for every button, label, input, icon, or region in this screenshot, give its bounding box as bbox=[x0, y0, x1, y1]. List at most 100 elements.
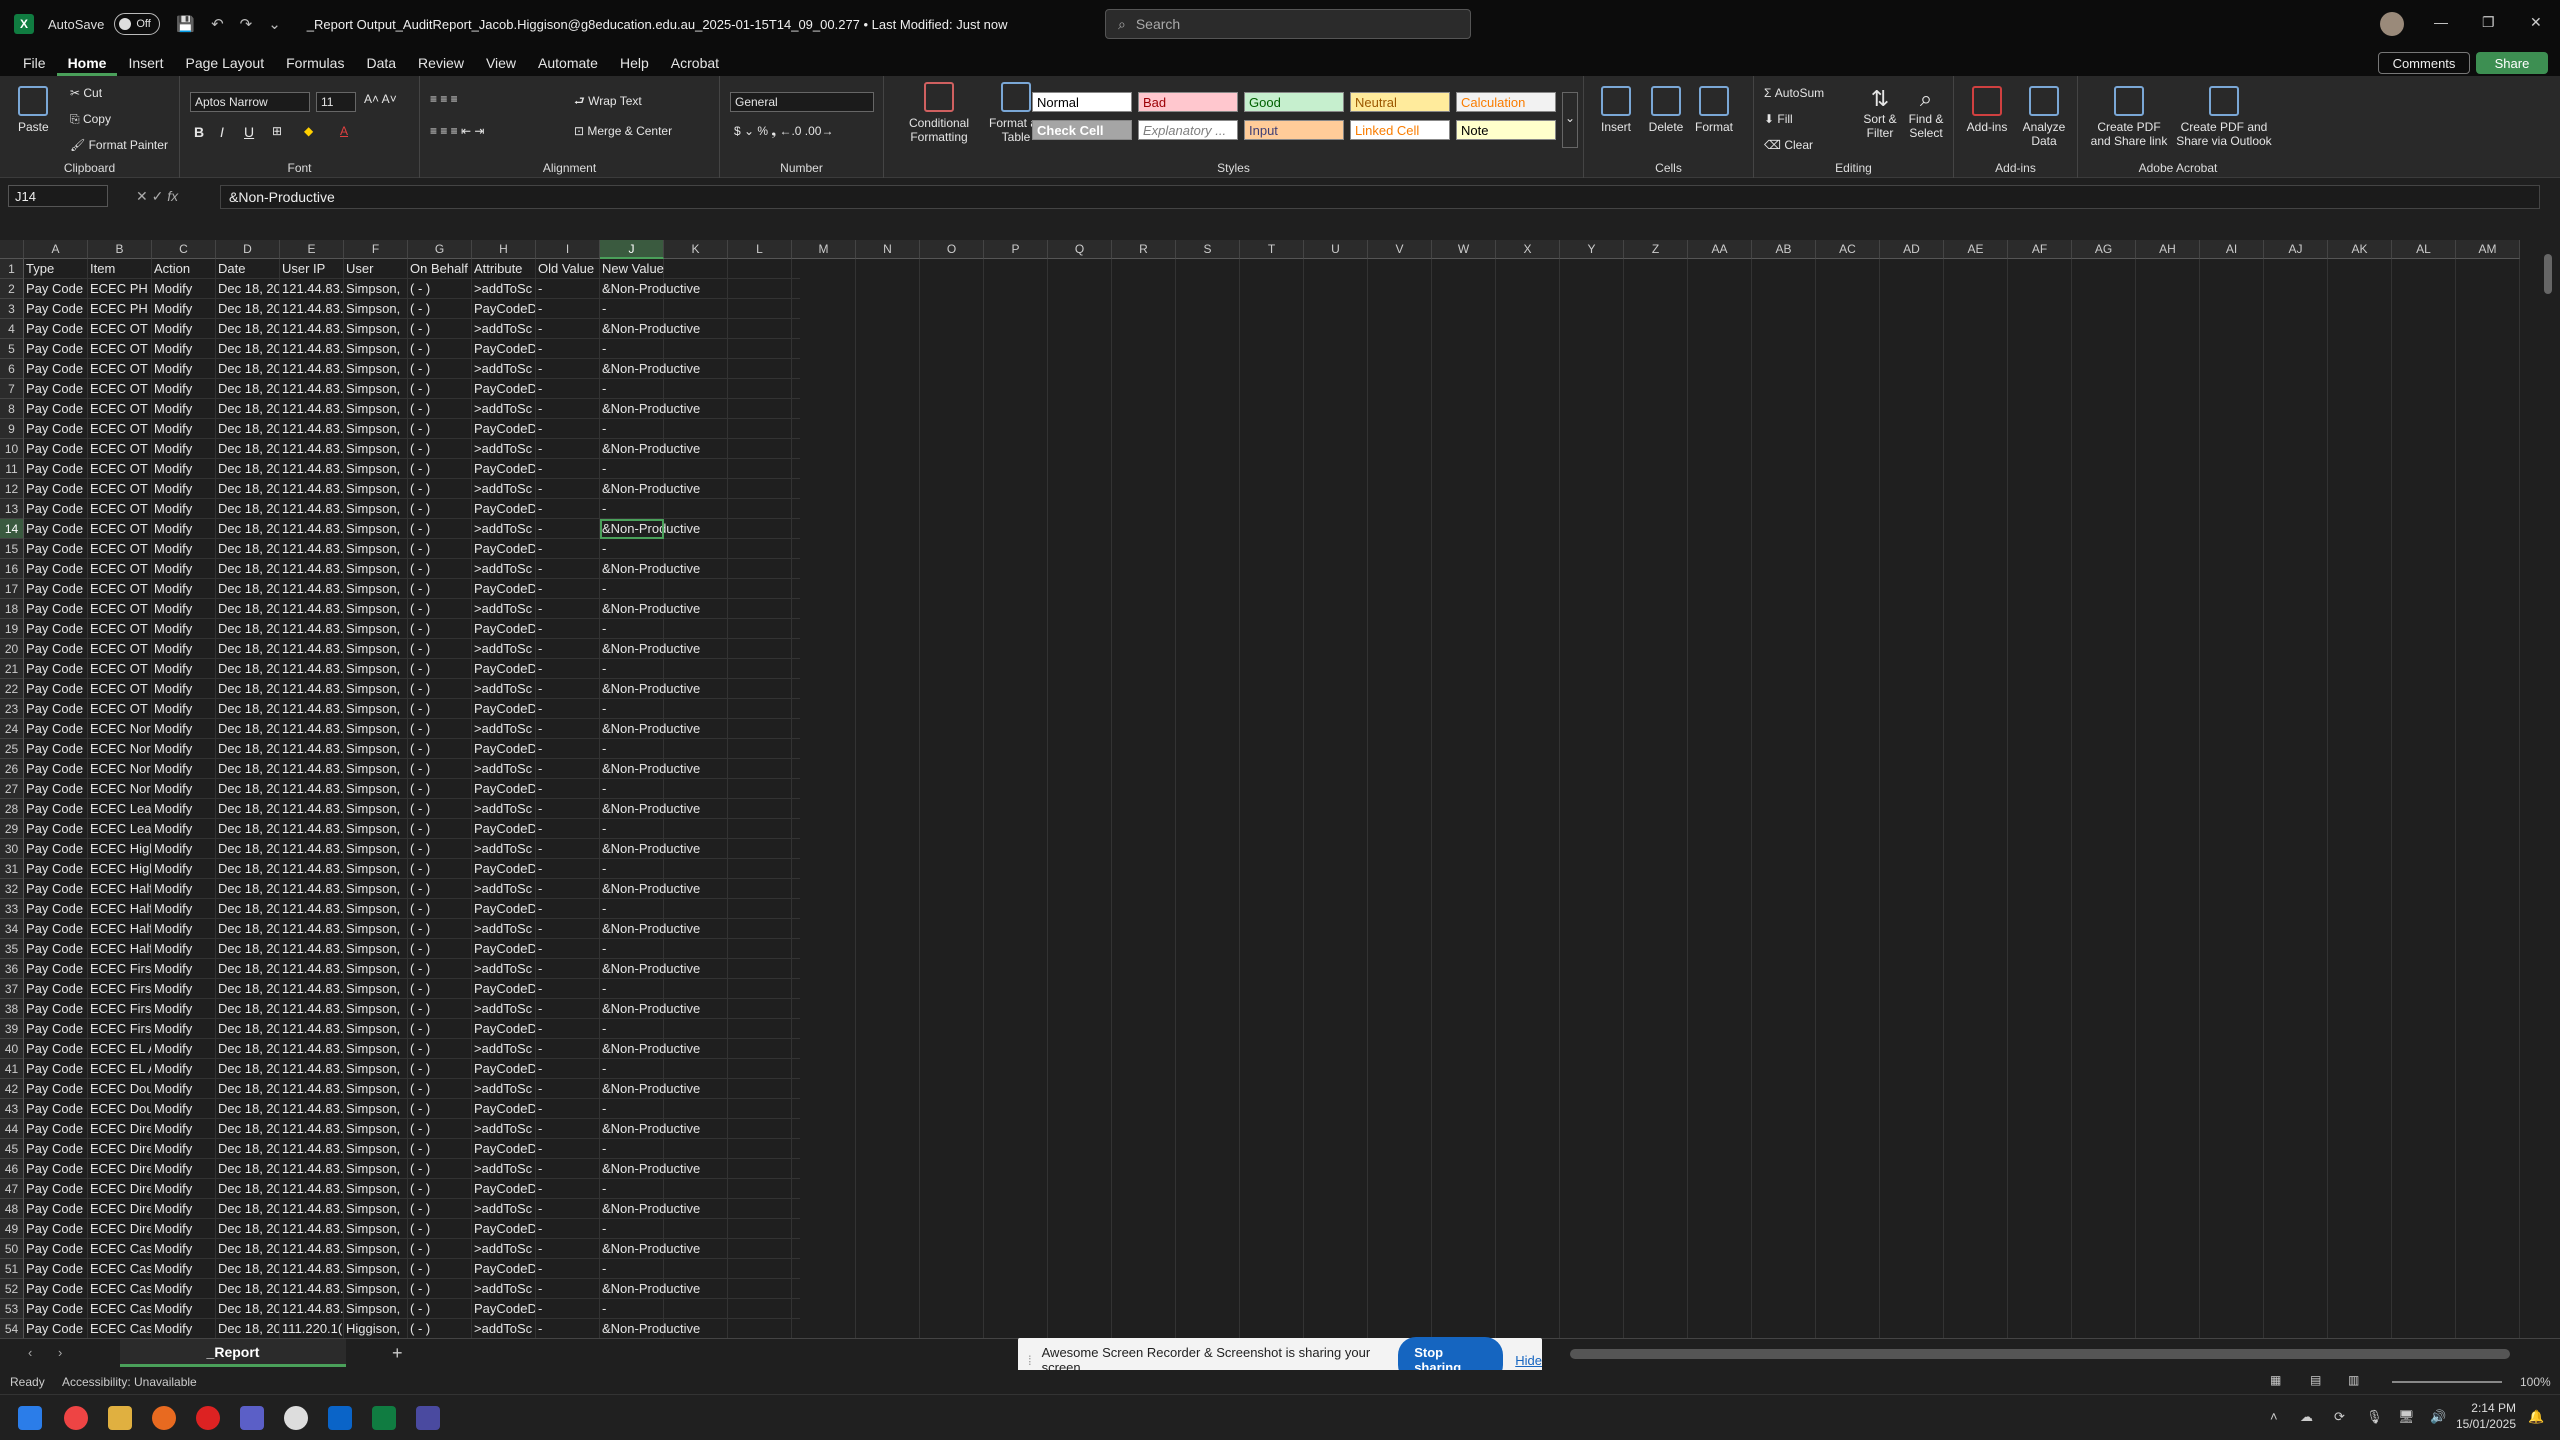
column-header[interactable]: AB bbox=[1752, 240, 1816, 259]
table-cell[interactable]: &Non-Productive bbox=[600, 1319, 800, 1338]
column-header[interactable]: AL bbox=[2392, 240, 2456, 259]
table-cell[interactable]: Pay Code bbox=[24, 999, 88, 1019]
table-cell[interactable]: Pay Code bbox=[24, 1259, 88, 1279]
table-cell[interactable]: 121.44.83. bbox=[280, 1119, 344, 1139]
table-cell[interactable]: - bbox=[536, 719, 600, 739]
column-header[interactable]: L bbox=[728, 240, 792, 259]
table-cell[interactable]: Modify bbox=[152, 1259, 216, 1279]
table-cell[interactable]: 121.44.83. bbox=[280, 1219, 344, 1239]
table-cell[interactable]: ECEC Casu bbox=[88, 1299, 152, 1319]
table-cell[interactable]: - bbox=[600, 1099, 800, 1119]
table-cell[interactable]: Dec 18, 20 bbox=[216, 579, 280, 599]
table-cell[interactable]: 111.220.1( bbox=[280, 1319, 344, 1338]
sync-icon[interactable]: ⟳ bbox=[2334, 1409, 2345, 1425]
table-cell[interactable]: Simpson, bbox=[344, 939, 408, 959]
table-cell[interactable]: Simpson, bbox=[344, 979, 408, 999]
table-cell[interactable]: Pay Code bbox=[24, 479, 88, 499]
table-cell[interactable]: Pay Code bbox=[24, 879, 88, 899]
column-header[interactable]: U bbox=[1304, 240, 1368, 259]
table-cell[interactable]: &Non-Productive bbox=[600, 639, 800, 659]
table-cell[interactable]: - bbox=[536, 319, 600, 339]
table-cell[interactable]: ( - ) bbox=[408, 1199, 472, 1219]
row-header[interactable]: 1 bbox=[0, 259, 24, 279]
column-header[interactable]: AI bbox=[2200, 240, 2264, 259]
table-cell[interactable]: - bbox=[536, 839, 600, 859]
table-cell[interactable]: Dec 18, 20 bbox=[216, 1039, 280, 1059]
chatgpt-icon[interactable] bbox=[284, 1406, 308, 1430]
table-cell[interactable]: >addToSc bbox=[472, 399, 536, 419]
table-cell[interactable]: ECEC OT 0 bbox=[88, 659, 152, 679]
table-cell[interactable]: Dec 18, 20 bbox=[216, 459, 280, 479]
table-cell[interactable]: Dec 18, 20 bbox=[216, 1299, 280, 1319]
table-cell[interactable]: ECEC EL Al bbox=[88, 1059, 152, 1079]
table-cell[interactable]: Dec 18, 20 bbox=[216, 499, 280, 519]
table-cell[interactable]: PayCodeD bbox=[472, 539, 536, 559]
table-cell[interactable]: Dec 18, 20 bbox=[216, 399, 280, 419]
table-cell[interactable]: - bbox=[536, 679, 600, 699]
table-cell[interactable]: - bbox=[536, 439, 600, 459]
table-cell[interactable]: Modify bbox=[152, 759, 216, 779]
network-icon[interactable]: 🖥 bbox=[2398, 1409, 2415, 1425]
cloud-icon[interactable]: ☁ bbox=[2300, 1409, 2313, 1425]
row-header[interactable]: 45 bbox=[0, 1139, 24, 1159]
table-cell[interactable]: Simpson, bbox=[344, 339, 408, 359]
row-header[interactable]: 51 bbox=[0, 1259, 24, 1279]
header-cell[interactable]: Date bbox=[216, 259, 280, 279]
notifications-icon[interactable]: 🔔 bbox=[2528, 1409, 2544, 1425]
table-cell[interactable]: ECEC Doul bbox=[88, 1079, 152, 1099]
clock-date[interactable]: 15/01/2025 bbox=[2450, 1417, 2516, 1431]
table-cell[interactable]: ( - ) bbox=[408, 359, 472, 379]
create-pdf-outlook-button[interactable]: Create PDF and Share via Outlook bbox=[2176, 86, 2272, 148]
table-cell[interactable]: Pay Code bbox=[24, 1019, 88, 1039]
table-cell[interactable]: Simpson, bbox=[344, 459, 408, 479]
search-box[interactable]: ⌕ Search bbox=[1105, 9, 1471, 39]
cell-style-normal[interactable]: Normal bbox=[1032, 92, 1132, 112]
table-cell[interactable]: >addToSc bbox=[472, 1199, 536, 1219]
row-header[interactable]: 41 bbox=[0, 1059, 24, 1079]
fx-icon[interactable]: ✕ ✓ fx bbox=[136, 188, 178, 205]
column-header[interactable]: S bbox=[1176, 240, 1240, 259]
table-cell[interactable]: - bbox=[600, 499, 800, 519]
table-cell[interactable]: 121.44.83. bbox=[280, 1059, 344, 1079]
table-cell[interactable]: ( - ) bbox=[408, 959, 472, 979]
table-cell[interactable]: &Non-Productive bbox=[600, 279, 800, 299]
table-cell[interactable]: ECEC OT 2 bbox=[88, 359, 152, 379]
cell-style-bad[interactable]: Bad bbox=[1138, 92, 1238, 112]
table-cell[interactable]: - bbox=[600, 1059, 800, 1079]
table-cell[interactable]: Pay Code bbox=[24, 1279, 88, 1299]
autosave-toggle[interactable]: Off bbox=[114, 13, 161, 35]
row-header[interactable]: 10 bbox=[0, 439, 24, 459]
table-cell[interactable]: >addToSc bbox=[472, 639, 536, 659]
row-header[interactable]: 28 bbox=[0, 799, 24, 819]
chrome-icon[interactable] bbox=[64, 1406, 88, 1430]
table-cell[interactable]: ECEC EL Al bbox=[88, 1039, 152, 1059]
table-cell[interactable]: Modify bbox=[152, 459, 216, 479]
table-cell[interactable]: ( - ) bbox=[408, 1259, 472, 1279]
tab-home[interactable]: Home bbox=[56, 55, 118, 76]
table-cell[interactable]: ECEC OT 0 bbox=[88, 679, 152, 699]
table-cell[interactable]: Pay Code bbox=[24, 859, 88, 879]
column-header[interactable]: AJ bbox=[2264, 240, 2328, 259]
font-size-select[interactable]: 11 bbox=[316, 92, 356, 112]
cut-button[interactable]: ✂ Cut bbox=[70, 86, 102, 100]
tab-insert[interactable]: Insert bbox=[117, 55, 174, 76]
table-cell[interactable]: ( - ) bbox=[408, 439, 472, 459]
table-cell[interactable]: - bbox=[536, 959, 600, 979]
zoom-level[interactable]: 100% bbox=[2520, 1375, 2551, 1389]
table-cell[interactable]: ( - ) bbox=[408, 519, 472, 539]
accessibility-status[interactable]: Accessibility: Unavailable bbox=[62, 1375, 197, 1389]
table-cell[interactable]: Pay Code bbox=[24, 399, 88, 419]
table-cell[interactable]: Dec 18, 20 bbox=[216, 1059, 280, 1079]
table-cell[interactable]: >addToSc bbox=[472, 1319, 536, 1338]
tab-automate[interactable]: Automate bbox=[527, 55, 609, 76]
table-cell[interactable]: Dec 18, 20 bbox=[216, 679, 280, 699]
table-cell[interactable]: PayCodeD bbox=[472, 1299, 536, 1319]
table-cell[interactable]: Pay Code bbox=[24, 339, 88, 359]
table-cell[interactable]: >addToSc bbox=[472, 439, 536, 459]
table-cell[interactable]: - bbox=[600, 1299, 800, 1319]
table-cell[interactable]: - bbox=[536, 939, 600, 959]
table-cell[interactable]: ECEC Dire bbox=[88, 1179, 152, 1199]
table-cell[interactable]: Pay Code bbox=[24, 379, 88, 399]
column-header[interactable]: I bbox=[536, 240, 600, 259]
tab-review[interactable]: Review bbox=[407, 55, 475, 76]
